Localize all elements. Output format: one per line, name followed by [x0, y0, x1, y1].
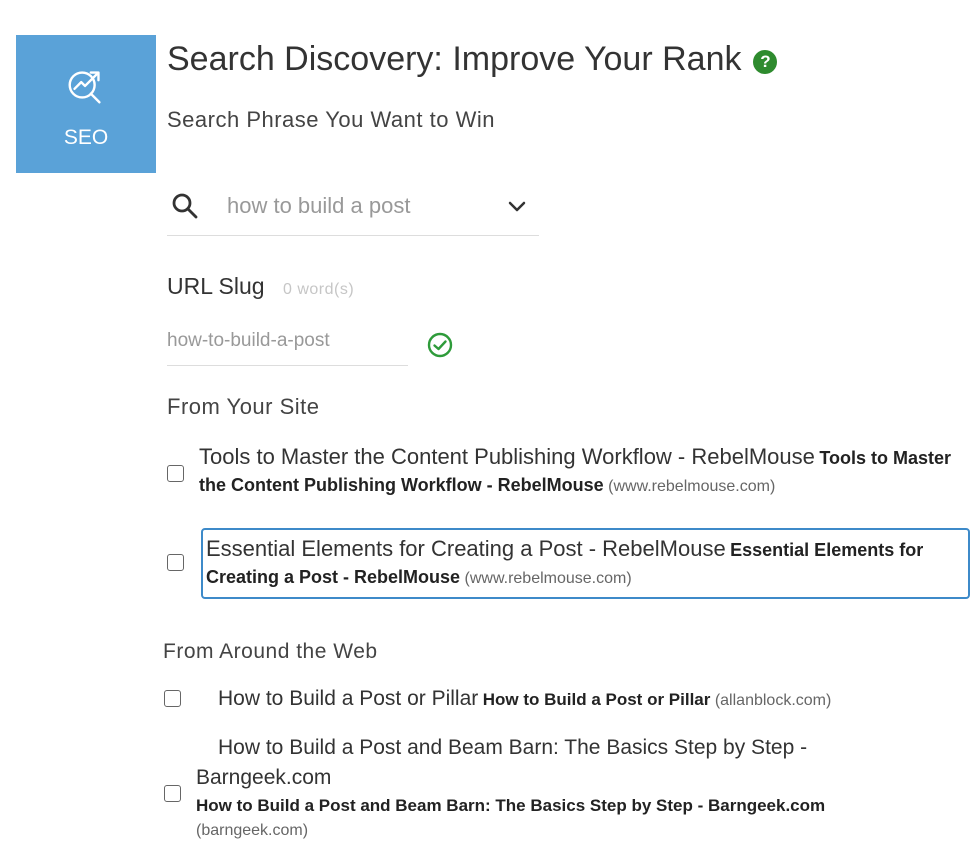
- seo-tab-tile[interactable]: SEO: [16, 35, 156, 173]
- web-result-item[interactable]: How to Build a Post or Pillar How to Bui…: [218, 684, 958, 713]
- result-title: How to Build a Post and Beam Barn: The B…: [196, 736, 808, 790]
- result-title: How to Build a Post or Pillar: [218, 687, 479, 710]
- result-title: Essential Elements for Creating a Post -…: [206, 536, 726, 561]
- seo-tile-label: SEO: [63, 126, 109, 149]
- web-result-checkbox[interactable]: [164, 785, 181, 802]
- result-host: (allanblock.com): [714, 692, 832, 709]
- result-host: (www.rebelmouse.com): [464, 569, 632, 587]
- site-result-checkbox[interactable]: [167, 465, 184, 482]
- check-circle-icon: [427, 332, 453, 358]
- result-bold-title: How to Build a Post or Pillar: [482, 690, 711, 709]
- result-title: Tools to Master the Content Publishing W…: [199, 444, 815, 469]
- seo-trend-icon: [68, 71, 101, 104]
- slug-word-count: 0 word(s): [282, 281, 355, 298]
- result-host: (barngeek.com): [196, 821, 309, 839]
- result-bold-title: How to Build a Post and Beam Barn: The B…: [196, 795, 826, 815]
- url-slug-label: URL Slug: [167, 273, 265, 299]
- search-icon: [172, 193, 198, 218]
- url-slug-heading: URL Slug 0 word(s): [167, 273, 354, 300]
- web-result-item[interactable]: How to Build a Post and Beam Barn: The B…: [196, 733, 896, 842]
- url-slug-field[interactable]: [167, 322, 408, 366]
- help-icon[interactable]: ?: [753, 49, 778, 74]
- site-result-item-focused[interactable]: Essential Elements for Creating a Post -…: [201, 528, 970, 599]
- page-title-text: Search Discovery: Improve Your Rank: [167, 40, 742, 78]
- chevron-down-icon[interactable]: [505, 194, 529, 218]
- search-phrase-box[interactable]: [167, 176, 539, 236]
- from-around-the-web-heading: From Around the Web: [163, 640, 378, 663]
- search-phrase-label: Search Phrase You Want to Win: [167, 107, 495, 132]
- site-result-item[interactable]: Tools to Master the Content Publishing W…: [199, 442, 959, 498]
- result-host: (www.rebelmouse.com): [608, 477, 776, 495]
- web-result-checkbox[interactable]: [164, 690, 181, 707]
- page-title: Search Discovery: Improve Your Rank ?: [167, 40, 778, 79]
- search-phrase-input[interactable]: [227, 192, 487, 219]
- site-result-checkbox[interactable]: [167, 554, 184, 571]
- from-your-site-heading: From Your Site: [167, 394, 320, 419]
- url-slug-input[interactable]: [167, 322, 407, 352]
